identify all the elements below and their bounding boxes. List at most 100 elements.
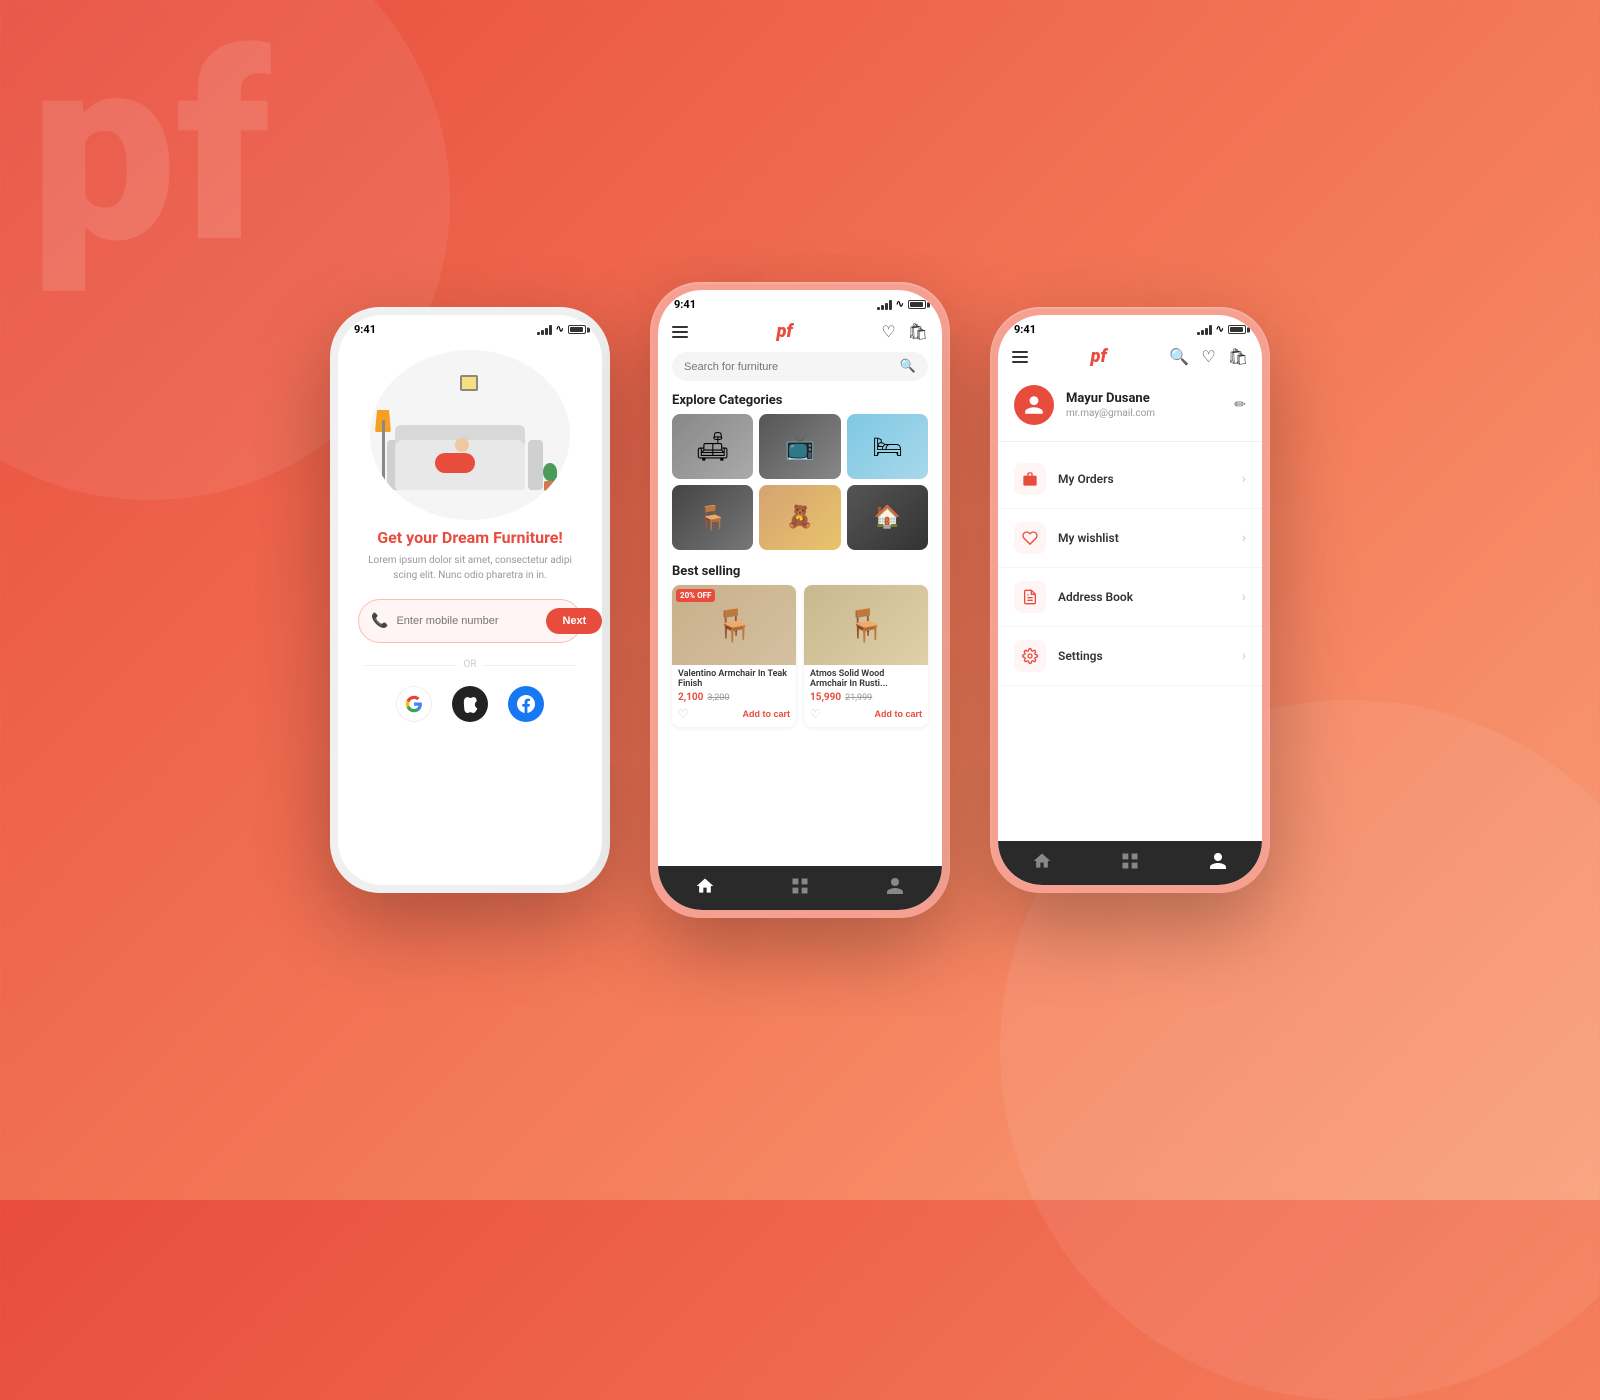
product-image-2: 🪑	[804, 585, 928, 665]
current-price-1: 2,100	[678, 692, 703, 703]
orders-label: My Orders	[1058, 472, 1242, 486]
status-bar-home: 9:41 ∿	[658, 290, 942, 315]
phone-home: 9:41 ∿	[650, 282, 950, 918]
signal-icon-home	[877, 300, 892, 310]
picture-frame	[460, 375, 478, 391]
address-menu-icon	[1014, 581, 1046, 613]
add-to-cart-1[interactable]: Add to cart	[742, 709, 790, 719]
search-bar[interactable]: 🔍	[672, 352, 928, 381]
cart-icon[interactable]: 🛍	[908, 322, 928, 341]
phone-input-row[interactable]: 📞 Next	[358, 599, 582, 643]
login-form: 📞 Next	[338, 587, 602, 651]
wishlist-arrow: ›	[1242, 530, 1246, 546]
phone-field-icon: 📞	[371, 613, 388, 629]
search-input[interactable]	[684, 361, 892, 373]
product-card-2[interactable]: 🪑 Atmos Solid Wood Armchair In Rusti... …	[804, 585, 928, 727]
product-actions-2: ♡ Add to cart	[810, 707, 922, 721]
category-tv[interactable]	[759, 414, 840, 479]
login-tagline: Get your Dream Furniture! Lorem ipsum do…	[338, 520, 602, 587]
address-arrow: ›	[1242, 589, 1246, 605]
login-headline: Get your Dream Furniture!	[358, 528, 582, 547]
category-chair[interactable]	[672, 485, 753, 550]
wishlist-label: My wishlist	[1058, 531, 1242, 545]
home-content: Explore Categories Best selling	[658, 389, 942, 910]
original-price-2: 21,999	[845, 693, 872, 703]
battery-icon-login	[568, 325, 586, 334]
phones-container: 9:41 ∿	[330, 282, 1270, 918]
hero-circle	[370, 350, 570, 520]
discount-badge-1: 20% OFF	[676, 589, 715, 602]
menu-item-settings[interactable]: Settings ›	[998, 627, 1262, 686]
category-bed[interactable]	[847, 414, 928, 479]
profile-wishlist-icon[interactable]: ♡	[1201, 347, 1215, 366]
bottom-nav-home[interactable]	[695, 876, 715, 896]
settings-label: Settings	[1058, 649, 1242, 663]
status-bar-profile: 9:41 ∿	[998, 315, 1262, 340]
wishlist-btn-1[interactable]: ♡	[678, 707, 689, 721]
category-sofa[interactable]	[672, 414, 753, 479]
facebook-login-button[interactable]	[508, 686, 544, 722]
signal-icon-profile	[1197, 325, 1212, 335]
bottom-nav-categories[interactable]	[790, 876, 810, 896]
profile-bottom-home[interactable]	[1032, 851, 1052, 871]
profile-bottom-categories[interactable]	[1120, 851, 1140, 871]
home-navbar: pf ♡ 🛍	[658, 315, 942, 348]
product-actions-1: ♡ Add to cart	[678, 707, 790, 721]
product-image-1: 🪑 20% OFF	[672, 585, 796, 665]
menu-item-address[interactable]: Address Book ›	[998, 568, 1262, 627]
product-prices-1: 2,100 3,200	[678, 692, 790, 703]
user-email: mr.may@gmail.com	[1066, 408, 1234, 419]
wishlist-btn-2[interactable]: ♡	[810, 707, 821, 721]
mobile-number-input[interactable]	[396, 615, 538, 627]
bottom-nav-profile[interactable]	[885, 876, 905, 896]
home-nav-icons: ♡ 🛍	[881, 322, 928, 341]
wishlist-menu-icon	[1014, 522, 1046, 554]
original-price-1: 3,200	[707, 693, 729, 703]
product-grid: 🪑 20% OFF Valentino Armchair In Teak Fin…	[658, 585, 942, 735]
user-name: Mayur Dusane	[1066, 391, 1234, 406]
wifi-icon-profile: ∿	[1216, 324, 1224, 335]
user-info: Mayur Dusane mr.may@gmail.com	[1066, 391, 1234, 419]
product-name-1: Valentino Armchair In Teak Finish	[678, 669, 790, 689]
profile-cart-icon[interactable]: 🛍	[1228, 347, 1248, 366]
edit-profile-button[interactable]: ✏	[1234, 397, 1246, 413]
product-info-1: Valentino Armchair In Teak Finish 2,100 …	[672, 665, 796, 727]
brand-watermark: pf	[30, 20, 271, 280]
add-to-cart-2[interactable]: Add to cart	[874, 709, 922, 719]
user-avatar	[1014, 385, 1054, 425]
battery-icon-home	[908, 300, 926, 309]
search-button[interactable]: 🔍	[900, 359, 916, 374]
apple-login-button[interactable]	[452, 686, 488, 722]
profile-bottom-user[interactable]	[1208, 851, 1228, 871]
category-grid	[658, 414, 942, 550]
next-button[interactable]: Next	[546, 608, 602, 634]
profile-search-icon[interactable]: 🔍	[1169, 347, 1189, 366]
hero-section	[338, 340, 602, 520]
address-label: Address Book	[1058, 590, 1242, 604]
or-divider: OR	[338, 651, 602, 678]
product-card-1[interactable]: 🪑 20% OFF Valentino Armchair In Teak Fin…	[672, 585, 796, 727]
profile-bottom-nav	[998, 841, 1262, 885]
wishlist-icon[interactable]: ♡	[881, 322, 895, 341]
category-blanket[interactable]	[759, 485, 840, 550]
google-login-button[interactable]	[396, 686, 432, 722]
plant-illustration	[544, 475, 557, 491]
phone-inner-profile: 9:41 ∿	[998, 315, 1262, 885]
profile-hamburger[interactable]	[1012, 351, 1028, 363]
login-description: Lorem ipsum dolor sit amet, consectetur …	[358, 553, 582, 583]
menu-item-orders[interactable]: My Orders ›	[998, 450, 1262, 509]
category-rug[interactable]	[847, 485, 928, 550]
phone-frame-login: 9:41 ∿	[330, 307, 610, 893]
person-illustration	[430, 438, 490, 473]
menu-item-wishlist[interactable]: My wishlist ›	[998, 509, 1262, 568]
social-login-row	[338, 678, 602, 738]
profile-navbar: pf 🔍 ♡ 🛍	[998, 340, 1262, 373]
settings-arrow: ›	[1242, 648, 1246, 664]
bestselling-title: Best selling	[658, 560, 942, 585]
explore-title: Explore Categories	[658, 389, 942, 414]
home-logo: pf	[777, 321, 793, 342]
status-time-login: 9:41	[354, 323, 376, 336]
couch-arm-right	[528, 440, 543, 490]
hamburger-menu[interactable]	[672, 326, 688, 338]
product-prices-2: 15,990 21,999	[810, 692, 922, 703]
